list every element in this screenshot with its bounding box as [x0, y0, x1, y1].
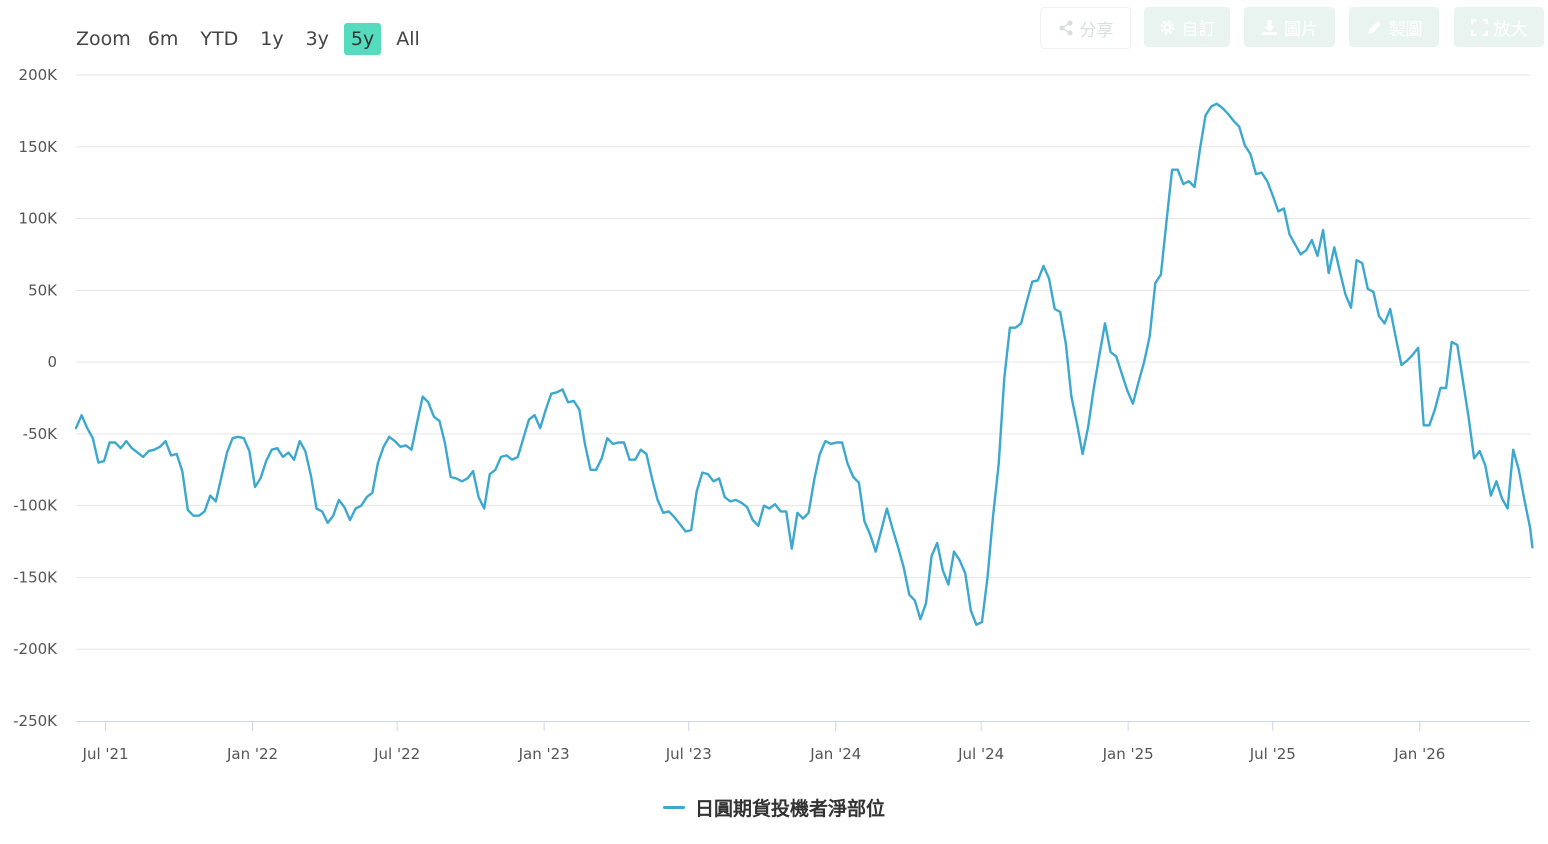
legend-item[interactable]: 日圓期貨投機者淨部位	[662, 794, 885, 821]
y-tick-label: -100K	[13, 497, 58, 515]
x-tick-label: Jul '22	[373, 745, 420, 763]
x-tick-label: Jul '24	[957, 745, 1004, 763]
series-line	[74, 102, 1534, 626]
x-tick-label: Jan '22	[226, 745, 278, 763]
legend-swatch	[662, 806, 685, 809]
y-tick-label: -250K	[13, 712, 58, 730]
y-tick-label: -200K	[13, 640, 58, 658]
y-tick-label: 200K	[19, 66, 59, 84]
y-tick-label: -150K	[13, 568, 58, 586]
y-tick-label: 100K	[19, 210, 59, 228]
x-tick-label: Jul '25	[1249, 745, 1296, 763]
x-tick-label: Jan '24	[809, 745, 861, 763]
y-axis: 200K 150K 100K 50K 0 -50K -100K -150K -200K -250K	[13, 66, 58, 730]
x-tick-label: Jan '26	[1393, 745, 1445, 763]
x-tick-label: Jan '25	[1102, 745, 1154, 763]
legend: 日圓期貨投機者淨部位	[0, 794, 1548, 821]
y-tick-label: 0	[47, 353, 57, 371]
y-tick-label: -50K	[23, 425, 58, 443]
x-tick-label: Jan '23	[518, 745, 570, 763]
legend-label: 日圓期貨投機者淨部位	[694, 798, 885, 820]
series-layer	[74, 102, 1534, 626]
y-tick-label: 50K	[28, 281, 58, 299]
x-tick-label: Jul '23	[665, 745, 712, 763]
grid-lines	[76, 74, 1530, 650]
line-chart: 200K 150K 100K 50K 0 -50K -100K -150K -200K -250K…	[13, 66, 1534, 763]
x-tick-label: Jul '21	[82, 745, 129, 763]
y-tick-label: 150K	[19, 138, 59, 156]
x-axis: Jul '21 Jan '22 Jul '22 Jan '23 Jul '23 Jan '…	[76, 721, 1530, 763]
